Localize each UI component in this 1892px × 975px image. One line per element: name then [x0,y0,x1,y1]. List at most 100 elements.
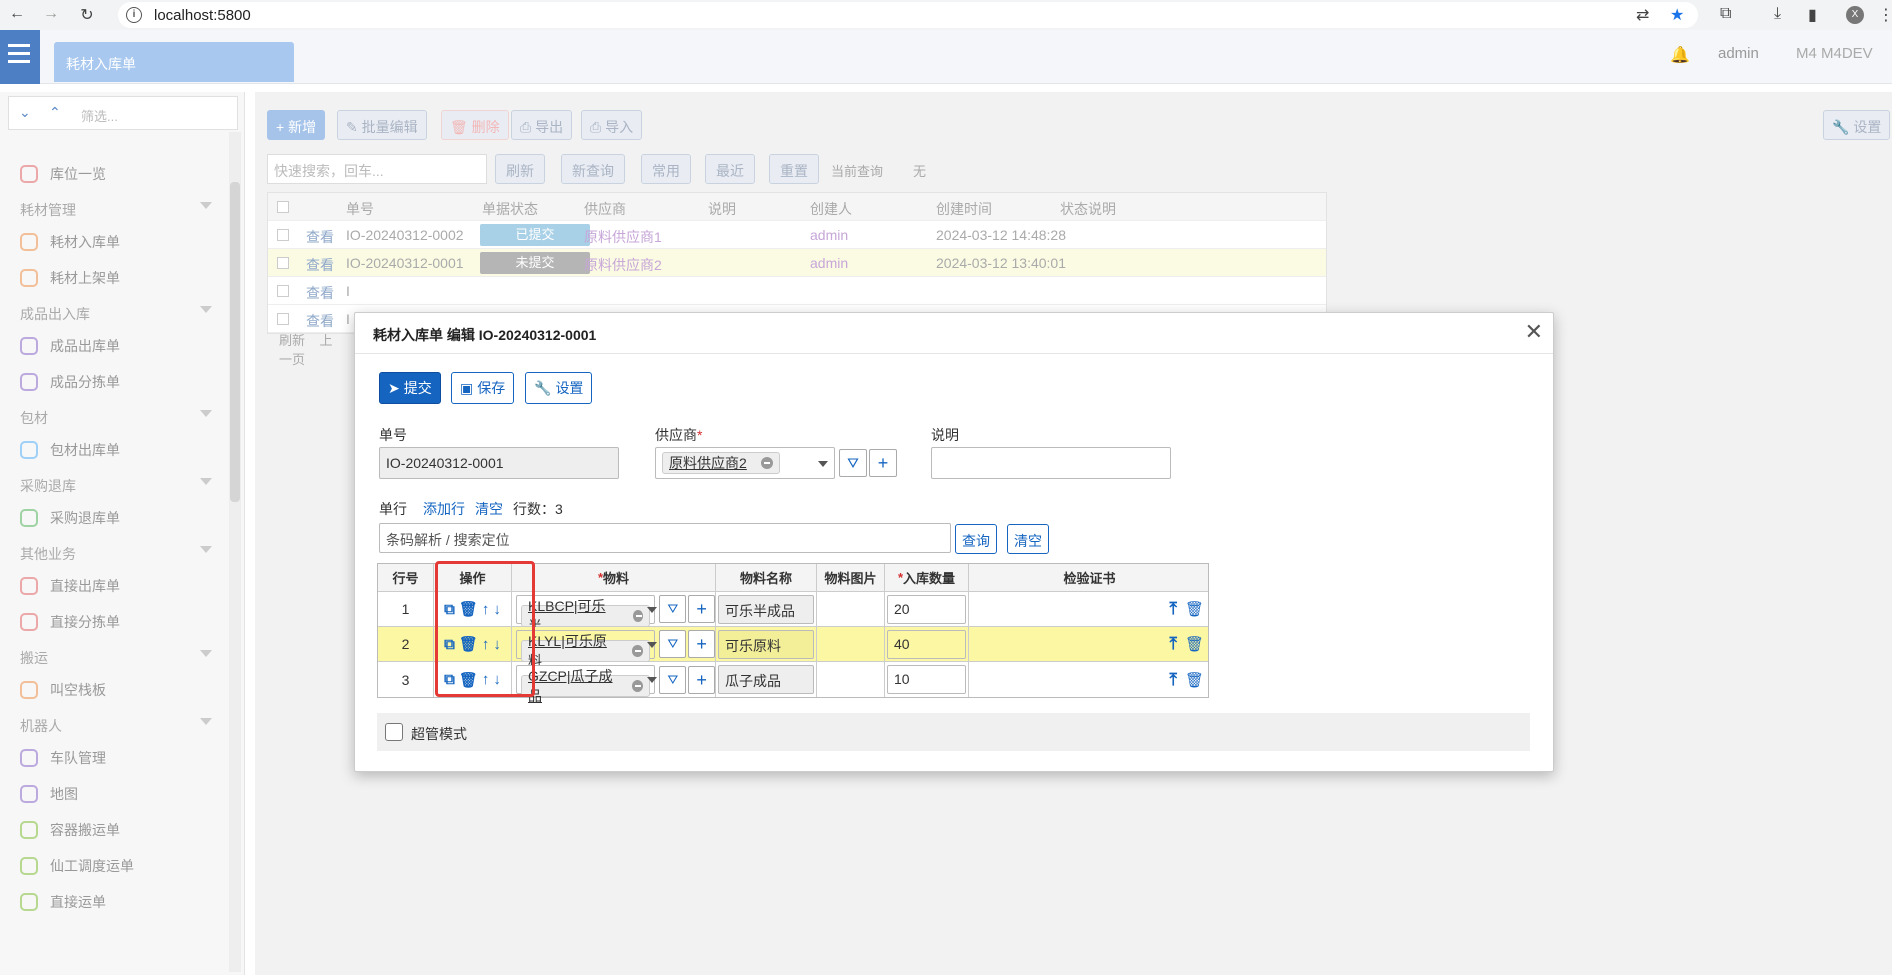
sidebar-group[interactable]: 耗材管理 [20,200,212,220]
view-link[interactable]: 查看 [306,283,334,303]
reset-button[interactable]: 重置 [769,154,819,184]
super-mode-checkbox[interactable] [385,723,403,741]
table-row[interactable]: 查看 I [268,277,1326,305]
profile-avatar[interactable]: X [1846,6,1864,24]
recent-query-button[interactable]: 最近 [705,154,755,184]
import-button[interactable]: ⎙ 导入 [581,110,643,140]
quick-search-input[interactable]: 快速搜索，回车... [267,154,487,184]
address-bar[interactable]: i localhost:5800 [118,2,1698,28]
sidebar-filter-input[interactable]: 筛选... [81,106,118,125]
material-add-button[interactable]: + [688,665,715,694]
qty-input[interactable]: 40 [887,629,966,659]
sidebar-item[interactable]: 成品分拣单 [20,372,120,392]
sidebar-group[interactable]: 成品出入库 [20,304,212,324]
sidebar-group[interactable]: 包材 [20,408,212,428]
refresh-button[interactable]: 刷新 [495,154,545,184]
supplier-filter-button[interactable]: ⛛ [839,449,867,477]
material-add-button[interactable]: + [688,630,715,658]
translate-icon[interactable]: ⇄ [1636,5,1649,25]
sidebar-item[interactable]: 直接出库单 [20,576,120,596]
sidebar-item[interactable]: 采购退库单 [20,508,120,528]
site-info-icon[interactable]: i [126,7,142,23]
tab-active[interactable]: 耗材入库单 [54,42,294,82]
table-row[interactable]: 查看 IO-20240312-0001 未提交 原料供应商2 admin 2024-03-… [268,249,1326,277]
material-chip[interactable]: KLBCP|可乐半... [521,598,651,634]
workspace-label[interactable]: M4 M4DEV [1796,45,1873,62]
delete-button[interactable]: 🗑 删除 [441,110,509,140]
trash-icon[interactable]: 🗑 [1185,635,1204,653]
pager-refresh[interactable]: 刷新 [279,333,305,348]
upload-icon[interactable]: ⤒ [1169,670,1177,690]
menu-toggle-icon[interactable] [0,30,40,84]
view-link[interactable]: 查看 [306,227,334,247]
sidebar-item[interactable]: 直接分拣单 [20,612,120,632]
barcode-query-button[interactable]: 查询 [955,524,997,554]
submit-button[interactable]: ➤ 提交 [379,372,441,404]
material-select[interactable]: GZCP|瓜子成品 [516,665,657,704]
sidebar-item[interactable]: 地图 [20,784,78,804]
supplier-add-button[interactable]: + [869,449,897,477]
sidebar-item[interactable]: 库位一览 [20,164,106,184]
row-checkbox[interactable] [277,285,289,297]
expand-all-icon[interactable]: ⌄ [19,104,31,121]
sidebar-scrollbar[interactable] [229,132,241,972]
supplier-select[interactable]: 原料供应商2 [655,447,835,479]
close-icon[interactable]: ✕ [1525,319,1543,345]
sidebar-group[interactable]: 机器人 [20,716,212,736]
material-add-button[interactable]: + [688,595,715,623]
view-link[interactable]: 查看 [306,255,334,275]
add-button[interactable]: + 新增 [267,110,326,140]
no-input[interactable]: IO-20240312-0001 [379,447,619,479]
trash-icon[interactable]: 🗑 [1185,600,1204,618]
save-button[interactable]: ▣ 保存 [451,372,515,404]
sidebar-item[interactable]: 车队管理 [20,748,106,768]
bell-icon[interactable]: 🔔 [1670,45,1690,65]
material-chip[interactable]: GZCP|瓜子成品 [521,668,651,704]
sidebar-item[interactable]: 包材出库单 [20,440,120,460]
sidebar-group[interactable]: 搬运 [20,648,212,668]
material-filter-button[interactable]: ⛛ [659,665,687,694]
batch-edit-button[interactable]: ✎ 批量编辑 [337,110,427,140]
table-row[interactable]: 查看 IO-20240312-0002 已提交 原料供应商1 admin 2024-03-… [268,221,1326,249]
row-checkbox[interactable] [277,229,289,241]
material-filter-button[interactable]: ⛛ [659,630,687,658]
common-query-button[interactable]: 常用 [641,154,691,184]
sidebar-item[interactable]: 耗材上架单 [20,268,120,288]
more-menu-icon[interactable]: ⋮ [1878,5,1892,25]
desc-input[interactable] [931,447,1171,479]
barcode-clear-button[interactable]: 清空 [1007,524,1049,554]
remove-chip-icon[interactable] [632,680,644,692]
material-select[interactable]: KLBCP|可乐半... [516,594,657,634]
material-select[interactable]: KLYL|可乐原料 [516,629,657,669]
qty-input[interactable]: 10 [887,665,966,694]
download-icon[interactable]: ⤓ [1774,5,1781,23]
remove-chip-icon[interactable] [632,609,644,622]
upload-icon[interactable]: ⤒ [1169,634,1177,654]
reload-icon[interactable]: ↻ [72,5,102,25]
list-settings-button[interactable]: 🔧 设置 [1823,110,1891,140]
back-icon[interactable]: ← [2,5,32,23]
sidebar-group[interactable]: 采购退库 [20,476,212,496]
extensions-icon[interactable]: ⧉ [1720,5,1731,23]
user-name[interactable]: admin [1718,45,1759,62]
sidebar-item[interactable]: 叫空栈板 [20,680,106,700]
add-row-link[interactable]: 添加行 [423,499,465,519]
bookmark-star-icon[interactable]: ★ [1670,5,1684,25]
sidebar-item[interactable]: 仙工调度运单 [20,856,134,876]
chevron-down-icon[interactable] [647,677,657,683]
upload-icon[interactable]: ⤒ [1169,599,1177,619]
chevron-down-icon[interactable] [647,606,657,613]
sidebar-item[interactable]: 成品出库单 [20,336,120,356]
remove-chip-icon[interactable] [631,644,644,657]
chevron-down-icon[interactable] [647,641,657,648]
supplier-chip[interactable]: 原料供应商2 [662,452,780,474]
cell-supplier[interactable]: 原料供应商1 [584,227,662,247]
sidebar-item[interactable]: 耗材入库单 [20,232,120,252]
side-panel-icon[interactable]: ▮ [1808,5,1817,25]
new-query-button[interactable]: 新查询 [561,154,625,184]
dialog-settings-button[interactable]: 🔧 设置 [525,372,593,404]
qty-input[interactable]: 20 [887,594,966,624]
sidebar-item[interactable]: 直接运单 [20,892,106,912]
sidebar-group[interactable]: 其他业务 [20,544,212,564]
trash-icon[interactable]: 🗑 [1185,671,1204,689]
